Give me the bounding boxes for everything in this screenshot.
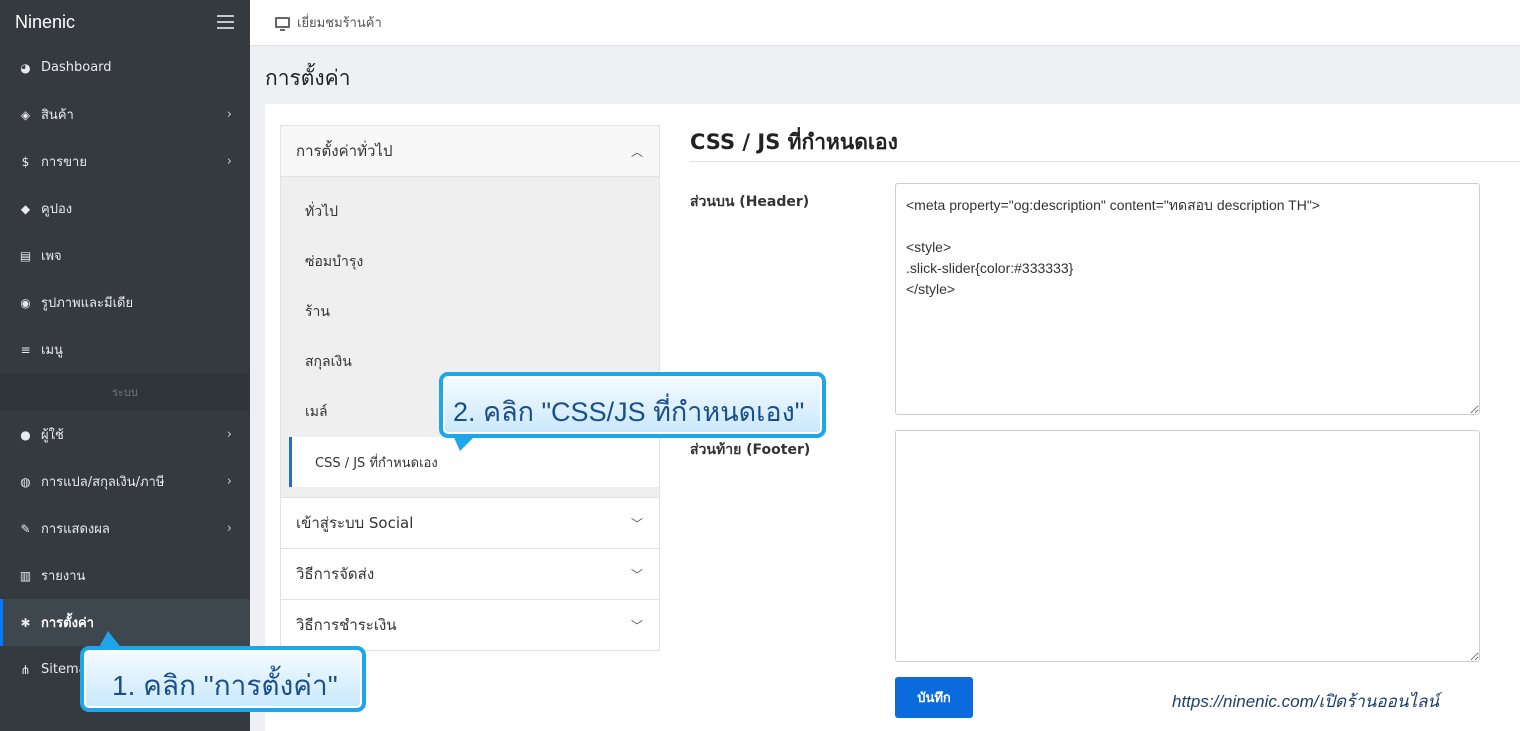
users-icon: ● <box>20 427 31 442</box>
sidebar-item[interactable]: ✎ การแสดงผล › <box>0 505 250 552</box>
sidebar-item[interactable]: ◆ คูปอง <box>0 185 250 232</box>
chevron-down-icon: ﹀ <box>630 567 643 582</box>
sidebar: Ninenic ◕ Dashboard ◈ สินค้า › $ การขาย › ◆ คูปอง… <box>0 0 250 731</box>
accordion-sub-item[interactable]: ร้าน <box>281 287 659 337</box>
monitor-icon <box>275 17 290 31</box>
header-code-textarea[interactable] <box>895 183 1480 415</box>
visit-store-link[interactable]: เยี่ยมชมร้านค้า <box>297 12 382 33</box>
sidebar-item[interactable]: ✱ การตั้งค่า <box>0 599 250 646</box>
top-navbar: เยี่ยมชมร้านค้า <box>250 0 1520 46</box>
sidebar-item[interactable]: ▤ เพจ <box>0 232 250 279</box>
hamburger-menu-icon[interactable] <box>217 15 234 29</box>
watermark-url: https://ninenic.com/เปิดร้านออนไลน์ <box>1172 692 1440 711</box>
accordion-other-sections: เข้าสู่ระบบ Social ﹀ วิธีการจัดส่ง ﹀ วิธีการ… <box>281 497 659 650</box>
accordion-section-title: เข้าสู่ระบบ Social <box>296 514 414 532</box>
sitemap-icon: ⋔ <box>20 662 31 677</box>
sidebar-item-label: เพจ <box>41 249 62 264</box>
chevron-right-icon: › <box>226 474 232 489</box>
sidebar-item-label: รายงาน <box>41 569 86 584</box>
sidebar-item[interactable]: ◍ การแปล/สกุลเงิน/ภาษี › <box>0 458 250 505</box>
chevron-right-icon: › <box>226 107 232 122</box>
brand-bar: Ninenic <box>0 0 250 44</box>
gears-icon: ✱ <box>20 615 31 630</box>
callout-step-1: 1. คลิก "การตั้งค่า" <box>80 646 366 712</box>
accordion-section-title: วิธีการชำระเงิน <box>296 616 397 634</box>
sidebar-item-label: รูปภาพและมีเดีย <box>41 296 134 311</box>
sidebar-nav-main: ◕ Dashboard ◈ สินค้า › $ การขาย › ◆ คูปอง ▤ เพจ ◉ รูป… <box>0 44 250 373</box>
chevron-right-icon: › <box>226 521 232 536</box>
sidebar-item[interactable]: ◉ รูปภาพและมีเดีย <box>0 279 250 326</box>
accordion-general-title: การตั้งค่าทั่วไป <box>296 142 393 160</box>
sidebar-item-label: การแปล/สกุลเงิน/ภาษี <box>41 475 165 490</box>
sidebar-item[interactable]: ≡ เมนู <box>0 326 250 373</box>
brush-icon: ✎ <box>20 521 31 536</box>
box-icon: ◈ <box>20 107 31 122</box>
file-icon: ▤ <box>19 248 32 263</box>
section-title: CSS / JS ที่กำหนดเอง <box>690 130 898 154</box>
sidebar-item-label: สินค้า <box>41 108 74 123</box>
dashboard-icon: ◕ <box>20 60 31 75</box>
sidebar-item[interactable]: ◈ สินค้า › <box>0 91 250 138</box>
accordion-sub-item[interactable]: ซ่อมบำรุง <box>281 237 659 287</box>
camera-icon: ◉ <box>20 295 31 310</box>
accordion-sub-item[interactable]: ทั่วไป <box>281 187 659 237</box>
chevron-down-icon: ﹀ <box>630 618 643 633</box>
accordion-section-header[interactable]: วิธีการจัดส่ง ﹀ <box>281 548 659 599</box>
tag-icon: ◆ <box>20 201 31 216</box>
sidebar-item-label: การแสดงผล <box>41 522 110 537</box>
sidebar-item-label: การตั้งค่า <box>41 616 94 631</box>
chevron-right-icon: › <box>226 427 232 442</box>
sidebar-item[interactable]: $ การขาย › <box>0 138 250 185</box>
accordion-section-header[interactable]: เข้าสู่ระบบ Social ﹀ <box>281 497 659 548</box>
section-divider <box>690 161 1520 162</box>
page-title: การตั้งค่า <box>265 66 351 90</box>
list-icon: ≡ <box>20 342 31 357</box>
brand-logo[interactable]: Ninenic <box>15 12 75 33</box>
sidebar-item[interactable]: ● ผู้ใช้ › <box>0 411 250 458</box>
save-button[interactable]: บันทึก <box>895 677 973 718</box>
chevron-up-icon: ︿ <box>630 144 643 159</box>
sidebar-item-label: คูปอง <box>41 202 73 217</box>
sidebar-item[interactable]: ▥ รายงาน <box>0 552 250 599</box>
header-field-label: ส่วนบน (Header) <box>690 194 810 210</box>
globe-icon: ◍ <box>20 474 31 489</box>
chevron-down-icon: ﹀ <box>630 516 643 531</box>
dollar-icon: $ <box>21 154 30 169</box>
footer-field-label: ส่วนท้าย (Footer) <box>690 442 811 458</box>
callout-step-2: 2. คลิก "CSS/JS ที่กำหนดเอง" <box>439 372 826 438</box>
sidebar-item-label: Dashboard <box>41 60 112 75</box>
accordion-general-header[interactable]: การตั้งค่าทั่วไป ︿ <box>281 126 659 177</box>
footer-code-textarea[interactable] <box>895 430 1480 662</box>
chevron-right-icon: › <box>226 154 232 169</box>
sidebar-item-label: เมนู <box>41 343 63 358</box>
accordion-section-header[interactable]: วิธีการชำระเงิน ﹀ <box>281 599 659 650</box>
accordion-section-title: วิธีการจัดส่ง <box>296 565 375 583</box>
sidebar-item-label: การขาย <box>41 155 87 170</box>
sidebar-item-label: ผู้ใช้ <box>41 428 64 443</box>
sidebar-section-label: ระบบ <box>0 373 250 411</box>
sidebar-item[interactable]: ◕ Dashboard <box>0 44 250 91</box>
chart-icon: ▥ <box>19 568 32 583</box>
